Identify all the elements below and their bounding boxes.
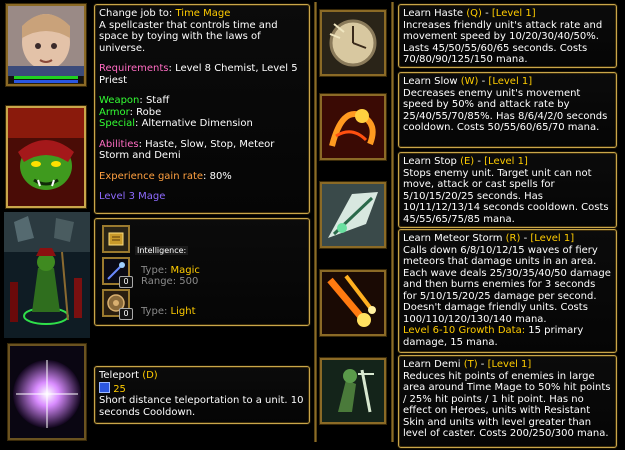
stop-hotkey: (E)	[460, 156, 475, 167]
demi-icon	[322, 360, 384, 422]
attack-type-value: Magic	[170, 265, 200, 276]
slow-learn: Learn Slow	[403, 76, 458, 87]
meteor-storm-icon-frame[interactable]	[320, 270, 386, 336]
job-info-panel: Change job to: Time Mage A spellcaster t…	[94, 4, 310, 214]
job-header: Change job to: Time Mage	[99, 8, 305, 20]
meteor-storm-tooltip: Learn Meteor Storm (R) - [Level 1] Calls…	[398, 229, 617, 353]
icon-column-border-left	[314, 2, 317, 442]
teleport-text: Short distance teleportation to a unit. …	[99, 395, 304, 418]
armor-type-label: Type:	[141, 306, 168, 317]
attack-count: 0	[119, 276, 133, 288]
stop-icon	[322, 184, 384, 246]
meteor-storm-level: [Level 1]	[530, 233, 575, 244]
meteor-storm-hotkey: (R)	[505, 233, 521, 244]
requirements-label: Requirements	[99, 63, 169, 74]
demi-hotkey: (T)	[463, 359, 478, 370]
teleport-title: Teleport	[99, 370, 139, 381]
haste-learn: Learn Haste	[403, 8, 464, 19]
job-requirements: Requirements: Level 8 Chemist, Level 5 P…	[99, 63, 305, 86]
slow-hotkey: (W)	[460, 76, 479, 87]
slow-tooltip: Learn Slow (W) - [Level 1] Decreases ene…	[398, 72, 617, 148]
unit-model-view	[4, 212, 90, 338]
special-label: Special	[99, 118, 136, 129]
teleport-hotkey: (D)	[142, 370, 158, 381]
stop-level: [Level 1]	[484, 156, 528, 167]
haste-icon	[322, 12, 384, 74]
teleport-tooltip: Teleport (D) 25 Short distance teleporta…	[94, 366, 310, 424]
stop-title-row: Learn Stop (E) - [Level 1]	[403, 156, 528, 167]
job-description: A spellcaster that controls time and spa…	[99, 19, 278, 54]
demi-tooltip: Learn Demi (T) - [Level 1] Reduces hit p…	[398, 355, 617, 448]
job-special: Special: Alternative Dimension	[99, 118, 305, 130]
job-name: Time Mage	[175, 8, 231, 19]
meteor-storm-title-row: Learn Meteor Storm (R) - [Level 1]	[403, 233, 575, 244]
haste-level: [Level 1]	[491, 8, 536, 19]
teleport-mana-row: 25	[99, 381, 305, 396]
exp-label: Experience gain rate	[99, 170, 204, 182]
primary-attribute-label: Intelligence:	[135, 246, 189, 255]
job-armor: Armor: Robe	[99, 107, 305, 119]
job-exp-rate: Experience gain rate: 80%	[99, 171, 305, 183]
health-bar	[14, 76, 78, 79]
mana-icon	[99, 381, 110, 393]
unit-portrait-frame	[6, 106, 86, 208]
demi-learn: Learn Demi	[403, 359, 461, 370]
intelligence-icon	[104, 227, 128, 251]
armor-type-value: Light	[170, 306, 196, 317]
haste-icon-frame[interactable]	[320, 10, 386, 76]
mana-bar	[14, 80, 78, 83]
job-abilities: Abilities: Haste, Slow, Stop, Meteor Sto…	[99, 139, 305, 162]
teleport-mana: 25	[113, 383, 126, 395]
range-row: Range: 500	[141, 276, 198, 288]
meteor-storm-icon	[322, 272, 384, 334]
growth-label: Level 6-10 Growth Data:	[403, 325, 526, 336]
hero-portrait	[8, 6, 84, 76]
demi-text: Reduces hit points of enemies in large a…	[403, 370, 611, 440]
armor-label: Armor	[99, 106, 130, 118]
unit-portrait	[8, 108, 84, 206]
stop-learn: Learn Stop	[403, 156, 457, 167]
armor-value: : Robe	[129, 106, 162, 118]
haste-tooltip: Learn Haste (Q) - [Level 1] Increases fr…	[398, 4, 617, 68]
haste-text: Increases friendly unit's attack rate an…	[403, 19, 603, 66]
demi-title-row: Learn Demi (T) - [Level 1]	[403, 359, 532, 370]
teleport-icon-frame[interactable]	[8, 344, 86, 440]
weapon-value: : Staff	[139, 95, 170, 106]
attack-type-row: Type: Magic	[141, 265, 200, 277]
meteor-storm-text: Calls down 6/8/10/12/15 waves of fiery m…	[403, 244, 611, 325]
hero-portrait-frame	[6, 4, 86, 86]
range-label: Range:	[141, 276, 177, 287]
meteor-storm-learn: Learn Meteor Storm	[403, 233, 503, 244]
job-level: Level 3 Mage	[99, 191, 166, 202]
demi-icon-frame[interactable]	[320, 358, 386, 424]
slow-level: [Level 1]	[488, 76, 533, 87]
abilities-label: Abilities	[99, 138, 139, 150]
exp-value: : 80%	[203, 170, 232, 182]
slow-icon-frame[interactable]	[320, 94, 386, 160]
haste-title-row: Learn Haste (Q) - [Level 1]	[403, 8, 536, 19]
stop-tooltip: Learn Stop (E) - [Level 1] Stops enemy u…	[398, 152, 617, 228]
stop-icon-frame[interactable]	[320, 182, 386, 248]
attack-type-label: Type:	[141, 265, 168, 276]
stop-text: Stops enemy unit. Target unit can not mo…	[403, 167, 609, 225]
job-header-label: Change job to:	[99, 8, 173, 19]
range-value: 500	[179, 276, 199, 287]
icon-column-border-right	[391, 2, 394, 442]
slow-text: Decreases enemy unit's movement speed by…	[403, 87, 608, 134]
armor-count: 0	[119, 308, 133, 320]
teleport-title-row: Teleport (D)	[99, 370, 305, 382]
slow-icon	[322, 96, 384, 158]
slow-title-row: Learn Slow (W) - [Level 1]	[403, 76, 533, 87]
haste-hotkey: (Q)	[466, 8, 482, 19]
special-value: : Alternative Dimension	[135, 118, 253, 129]
demi-level: [Level 1]	[487, 359, 532, 370]
teleport-icon	[10, 346, 84, 438]
armor-type-row: Type: Light	[141, 306, 196, 318]
weapon-label: Weapon	[99, 95, 140, 106]
primary-attribute-slot[interactable]	[102, 225, 130, 253]
meteor-storm-growth: Level 6-10 Growth Data: 15 primary damag…	[403, 325, 612, 348]
stats-panel: Intelligence: 0 Type: Magic Range: 500 0…	[94, 218, 310, 326]
job-weapon: Weapon: Staff	[99, 95, 305, 107]
